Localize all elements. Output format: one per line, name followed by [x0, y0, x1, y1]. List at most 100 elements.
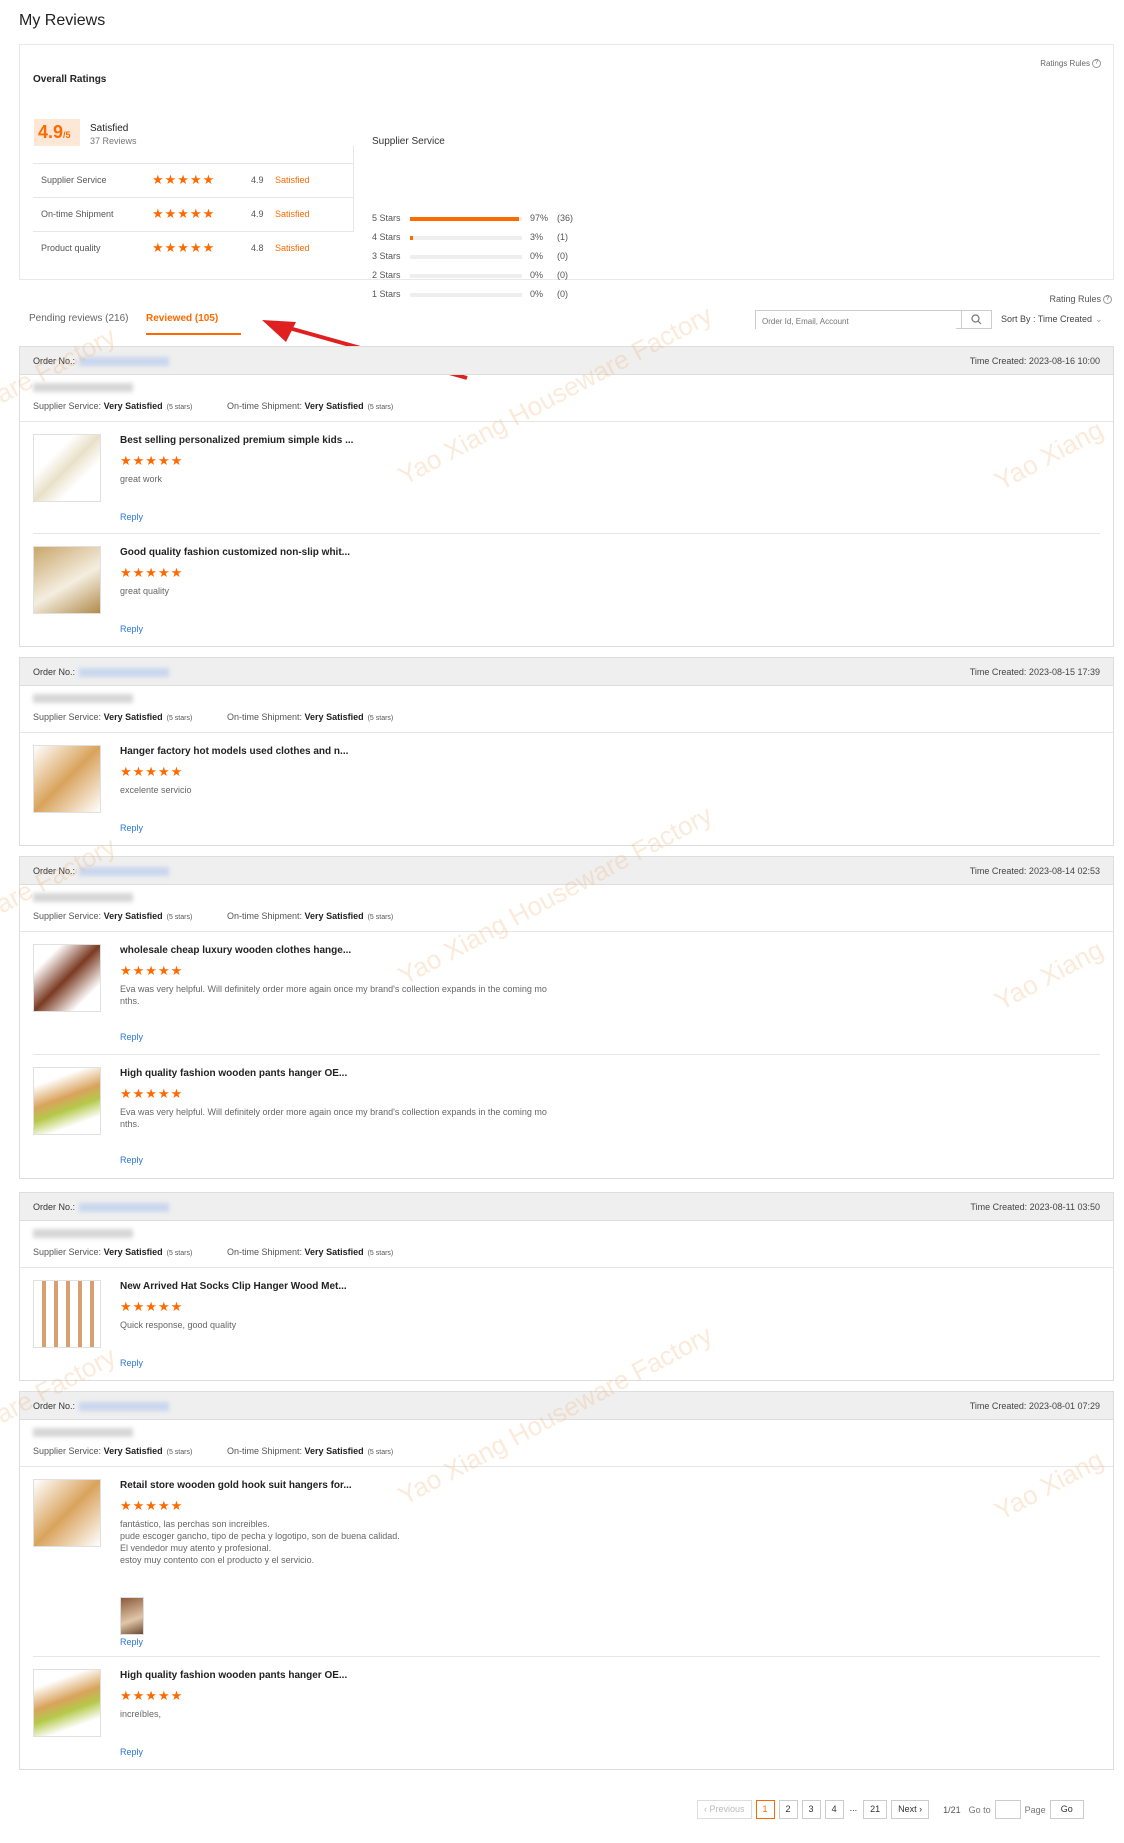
reply-link[interactable]: Reply — [120, 1032, 143, 1042]
sort-by-dropdown[interactable]: Sort By : Time Created ⌄ — [1001, 314, 1103, 325]
supplier-service-stars: (5 stars) — [166, 1250, 193, 1257]
metric-row: Product quality ★★★★★ 4.8 Satisfied — [33, 232, 354, 266]
tab-reviewed[interactable]: Reviewed (105) — [146, 313, 218, 324]
page-button-3[interactable]: 3 — [801, 1800, 821, 1819]
product-title[interactable]: Retail store wooden gold hook suit hange… — [120, 1480, 352, 1491]
product-thumbnail[interactable] — [33, 546, 101, 614]
star-count: (1) — [557, 232, 568, 242]
supplier-service-label: Supplier Service: — [33, 911, 102, 921]
product-thumbnail[interactable] — [33, 1479, 101, 1547]
reply-link[interactable]: Reply — [120, 1358, 143, 1368]
time-created: Time Created: 2023-08-16 10:00 — [969, 356, 1100, 366]
review-item: New Arrived Hat Socks Clip Hanger Wood M… — [33, 1268, 1100, 1380]
score-value: 4.9 — [38, 122, 64, 142]
star-count: (36) — [557, 213, 574, 223]
review-item: High quality fashion wooden pants hanger… — [33, 1055, 1100, 1178]
product-title[interactable]: High quality fashion wooden pants hanger… — [120, 1068, 347, 1079]
metric-label: On-time Shipment — [41, 209, 114, 219]
shipment-value: Very Satisfied — [304, 712, 364, 722]
metric-status: Satisfied — [275, 209, 310, 219]
next-page-button[interactable]: Next › — [891, 1800, 930, 1819]
buyer-name-redacted — [33, 893, 133, 902]
reply-link[interactable]: Reply — [120, 1637, 143, 1647]
star-distribution-row: 3 Stars 0% (0) — [372, 249, 592, 265]
product-thumbnail[interactable] — [33, 944, 101, 1012]
help-icon: ? — [1092, 59, 1101, 69]
page-button-21[interactable]: 21 — [863, 1800, 888, 1819]
page-button-4[interactable]: 4 — [824, 1800, 844, 1819]
star-count: (0) — [557, 270, 568, 280]
page-ellipsis: ... — [849, 1803, 858, 1813]
overall-ratings-label: Overall Ratings — [33, 74, 107, 85]
product-title[interactable]: wholesale cheap luxury wooden clothes ha… — [120, 945, 351, 956]
search-button[interactable] — [961, 311, 991, 328]
shipment-rating: On-time Shipment: Very Satisfied (5 stars… — [227, 911, 393, 921]
reply-link[interactable]: Reply — [120, 823, 143, 833]
reply-link[interactable]: Reply — [120, 512, 143, 522]
ratings-rules-link[interactable]: Ratings Rules? — [1040, 59, 1101, 69]
score-suffix: /5 — [63, 130, 71, 140]
time-created: Time Created: 2023-08-11 03:50 — [970, 1202, 1100, 1212]
order-number-redacted[interactable] — [79, 867, 170, 877]
product-title[interactable]: Best selling personalized premium simple… — [120, 435, 353, 446]
supplier-service-rating: Supplier Service: Very Satisfied (5 stars… — [33, 1446, 192, 1456]
supplier-service-rating: Supplier Service: Very Satisfied (5 stars… — [33, 712, 192, 722]
rating-rules-link[interactable]: Rating Rules? — [1049, 294, 1112, 305]
buyer-name-redacted — [33, 1229, 133, 1238]
previous-page-button[interactable]: ‹ Previous — [697, 1800, 752, 1819]
page-button-1[interactable]: 1 — [755, 1800, 775, 1819]
shipment-stars: (5 stars) — [367, 715, 394, 722]
order-header: Order No.: Time Created: 2023-08-11 03:50 — [20, 1193, 1113, 1221]
buyer-name-redacted — [33, 694, 133, 703]
shipment-label: On-time Shipment: — [227, 1446, 303, 1456]
star-distribution-row: 2 Stars 0% (0) — [372, 268, 592, 284]
rating-rules-label: Rating Rules — [1049, 294, 1101, 304]
metric-status: Satisfied — [275, 243, 310, 253]
review-text: great work — [120, 474, 163, 484]
product-title[interactable]: High quality fashion wooden pants hanger… — [120, 1670, 347, 1681]
review-photo[interactable] — [120, 1597, 144, 1635]
help-icon: ? — [1103, 295, 1112, 305]
search-input[interactable] — [756, 313, 956, 330]
shipment-rating: On-time Shipment: Very Satisfied (5 stars… — [227, 1446, 393, 1456]
order-number-redacted[interactable] — [79, 668, 170, 678]
ratings-rules-label: Ratings Rules — [1040, 59, 1090, 68]
time-created: Time Created: 2023-08-01 07:29 — [969, 1401, 1100, 1411]
reply-link[interactable]: Reply — [120, 1155, 143, 1165]
product-title[interactable]: Hanger factory hot models used clothes a… — [120, 746, 348, 757]
buyer-name-redacted — [33, 1428, 133, 1437]
product-thumbnail[interactable] — [33, 434, 101, 502]
product-title[interactable]: Good quality fashion customized non-slip… — [120, 547, 350, 558]
order-number-redacted[interactable] — [79, 1203, 170, 1213]
product-title[interactable]: New Arrived Hat Socks Clip Hanger Wood M… — [120, 1281, 347, 1292]
order-number-redacted[interactable] — [79, 1402, 170, 1412]
review-item: Good quality fashion customized non-slip… — [33, 534, 1100, 646]
go-button[interactable]: Go — [1049, 1800, 1084, 1819]
product-thumbnail[interactable] — [33, 1280, 101, 1348]
shipment-label: On-time Shipment: — [227, 401, 303, 411]
shipment-label: On-time Shipment: — [227, 712, 303, 722]
product-thumbnail[interactable] — [33, 1067, 101, 1135]
next-label: Next — [898, 1804, 917, 1814]
product-thumbnail[interactable] — [33, 1669, 101, 1737]
supplier-service-rating: Supplier Service: Very Satisfied (5 stars… — [33, 911, 192, 921]
supplier-service-label: Supplier Service: — [33, 712, 102, 722]
product-thumbnail[interactable] — [33, 745, 101, 813]
goto-label: Go to — [968, 1804, 991, 1815]
order-number-redacted[interactable] — [79, 357, 170, 367]
metric-table: Supplier Service ★★★★★ 4.9 Satisfied On-… — [33, 146, 354, 266]
page-button-2[interactable]: 2 — [778, 1800, 798, 1819]
reply-link[interactable]: Reply — [120, 1747, 143, 1757]
time-created: Time Created: 2023-08-15 17:39 — [969, 667, 1100, 677]
star-distribution-row: 1 Stars 0% (0) — [372, 287, 592, 303]
goto-page-input[interactable] — [994, 1800, 1021, 1819]
tab-pending-reviews[interactable]: Pending reviews (216) — [29, 313, 129, 324]
distribution-bar — [410, 255, 522, 259]
order-meta: Supplier Service: Very Satisfied (5 stars… — [20, 375, 1113, 422]
order-number-label: Order No.: — [33, 356, 76, 366]
supplier-service-stars: (5 stars) — [166, 715, 193, 722]
order-number: Order No.: — [33, 667, 170, 678]
reply-link[interactable]: Reply — [120, 624, 143, 634]
metric-row: On-time Shipment ★★★★★ 4.9 Satisfied — [33, 198, 354, 232]
metric-value: 4.9 — [251, 175, 264, 185]
